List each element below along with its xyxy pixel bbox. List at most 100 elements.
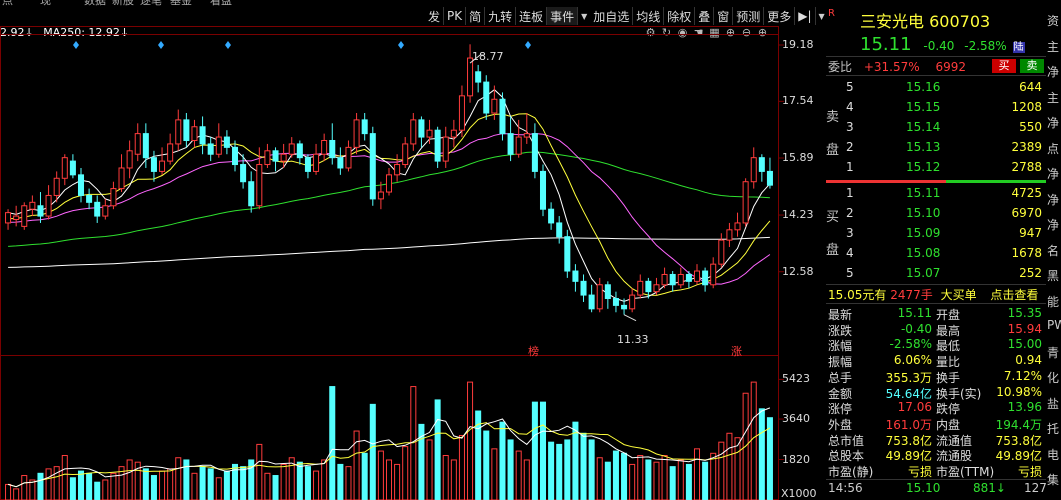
- toolbar-item-3[interactable]: 九转: [485, 7, 517, 25]
- candle-up: [596, 284, 603, 310]
- volume-bar-up: [159, 470, 166, 500]
- volume-bar-up: [523, 459, 530, 500]
- bang-marker[interactable]: 榜: [528, 343, 539, 359]
- candle-up: [53, 177, 60, 196]
- zhang-marker[interactable]: 涨: [731, 343, 742, 359]
- ask-price: 15.15: [906, 100, 941, 114]
- big-order-label: 大买单: [940, 288, 977, 302]
- stat-label: 最新: [828, 308, 853, 322]
- kline-chart[interactable]: [0, 26, 826, 500]
- big-order-row[interactable]: 15.05元有 2477手 大买单 点击查看: [828, 286, 1038, 302]
- toolbar-item-0[interactable]: 发: [425, 7, 445, 25]
- side-tab-char: 化: [1047, 371, 1060, 385]
- tick-price: 15.10: [906, 481, 941, 495]
- volume-bar-down: [507, 439, 514, 500]
- volume-bar-down: [142, 468, 149, 500]
- ask-bid-bar-green: [946, 180, 1046, 183]
- volume-bar-down: [499, 421, 506, 500]
- stat-value: 17.06: [897, 400, 932, 415]
- toolbar-item-1[interactable]: PK: [444, 7, 467, 25]
- toolbar-item-9[interactable]: 叠: [695, 7, 715, 25]
- candle-down: [199, 126, 206, 145]
- candle-up: [458, 95, 465, 131]
- sell-button[interactable]: 卖: [1020, 59, 1044, 73]
- pin-icon[interactable]: ▶|: [795, 7, 816, 25]
- bid-level: 2: [846, 206, 854, 220]
- volume-bar-down: [329, 386, 336, 500]
- event-diamond-icon: [398, 41, 404, 49]
- volume-bar-down: [434, 399, 441, 500]
- bid-row: 2 15.10 6970: [826, 206, 1044, 222]
- volume-bar-up: [458, 435, 465, 500]
- bid-volume: 4725: [1011, 186, 1042, 200]
- toolbar-item-2[interactable]: 简: [466, 7, 486, 25]
- candle-up: [288, 143, 295, 155]
- side-tab-char: 净: [1047, 192, 1060, 207]
- weicha-value: 6992: [935, 60, 967, 74]
- side-tab-char: 净: [1047, 65, 1060, 79]
- side-tab-char: 主: [1047, 39, 1060, 54]
- far-right-strip: 资主净主净点净净净名黑能 PW 青化盐托电集: [1046, 6, 1061, 500]
- toolbar-item-7[interactable]: 均线: [633, 7, 665, 25]
- stat-row: 总市值 753.8亿 流通值 753.8亿: [826, 432, 1044, 448]
- volume-bar-up: [61, 455, 68, 500]
- stat-row: 涨跌 -0.40 最高 15.94: [826, 322, 1044, 338]
- candle-down: [231, 146, 239, 166]
- bid-level: 1: [846, 186, 854, 200]
- candle-down: [572, 270, 579, 282]
- buy-button[interactable]: 买: [992, 59, 1016, 73]
- side-tab-char: 托: [1047, 422, 1060, 436]
- ask-volume: 550: [1019, 120, 1042, 134]
- stat-value: 49.89亿: [885, 449, 932, 464]
- stock-title: 三安光电 600703: [860, 8, 990, 31]
- toolbar-item-4[interactable]: 连板: [516, 7, 548, 25]
- bid-level: 4: [846, 246, 854, 260]
- candle-down: [223, 136, 230, 148]
- ma250-line: [8, 236, 770, 268]
- volume-bar-down: [588, 439, 595, 500]
- high-price-value: 18.77: [472, 50, 504, 63]
- volume-bar-down: [702, 461, 709, 500]
- big-order-price: 15.05元有: [828, 288, 887, 302]
- volume-bar-up: [718, 441, 725, 500]
- toolbar-item-12[interactable]: 更多: [764, 7, 796, 25]
- ask-volume: 644: [1019, 80, 1042, 94]
- stat-label: 换手(实): [936, 386, 982, 401]
- volume-bar-up: [280, 463, 287, 500]
- big-order-link[interactable]: 点击查看: [990, 288, 1038, 302]
- volume-bar-up: [385, 459, 393, 500]
- bid-volume: 6970: [1011, 206, 1042, 220]
- candle-down: [685, 273, 692, 282]
- volume-bar-up: [442, 455, 449, 500]
- toolbar-item-11[interactable]: 预测: [733, 7, 765, 25]
- volume-bar-up: [750, 381, 757, 500]
- stat-row: 市盈(静) 亏损 市盈(TTM) 亏损: [826, 463, 1044, 479]
- stat-row: 涨幅 -2.58% 最低 15.00: [826, 337, 1044, 353]
- ask-price: 15.14: [906, 120, 941, 134]
- ask-volume: 2788: [1011, 160, 1042, 174]
- volume-bar-down: [296, 461, 303, 500]
- toolbar-item-10[interactable]: 窗: [714, 7, 734, 25]
- candle-up: [21, 205, 28, 227]
- volume-bar-up: [394, 463, 401, 500]
- volume-bar-up: [29, 479, 36, 500]
- ask-row: 4 15.15 1208: [826, 100, 1044, 116]
- volume-bar-down: [758, 408, 765, 500]
- volume-bar-up: [321, 459, 328, 500]
- toolbar-item-8[interactable]: 除权: [664, 7, 696, 25]
- ma60-line: [8, 151, 770, 247]
- ma10-line: [8, 113, 771, 296]
- ask-price: 15.16: [906, 80, 941, 94]
- toolbar-item-5[interactable]: 事件: [547, 7, 579, 25]
- event-dropdown-icon[interactable]: ▼: [578, 7, 590, 25]
- candle-down: [645, 280, 652, 293]
- candle-up: [280, 153, 287, 162]
- ask-bid-bar-red: [826, 180, 946, 183]
- toolbar-item-6[interactable]: 加自选: [590, 7, 634, 25]
- volume-bar-down: [766, 417, 773, 500]
- candle-up: [321, 139, 328, 155]
- volume-bar-down: [77, 470, 85, 500]
- bid-price: 15.10: [906, 206, 941, 220]
- side-tab-char: 名: [1047, 243, 1060, 258]
- stat-value: 753.8亿: [995, 433, 1042, 448]
